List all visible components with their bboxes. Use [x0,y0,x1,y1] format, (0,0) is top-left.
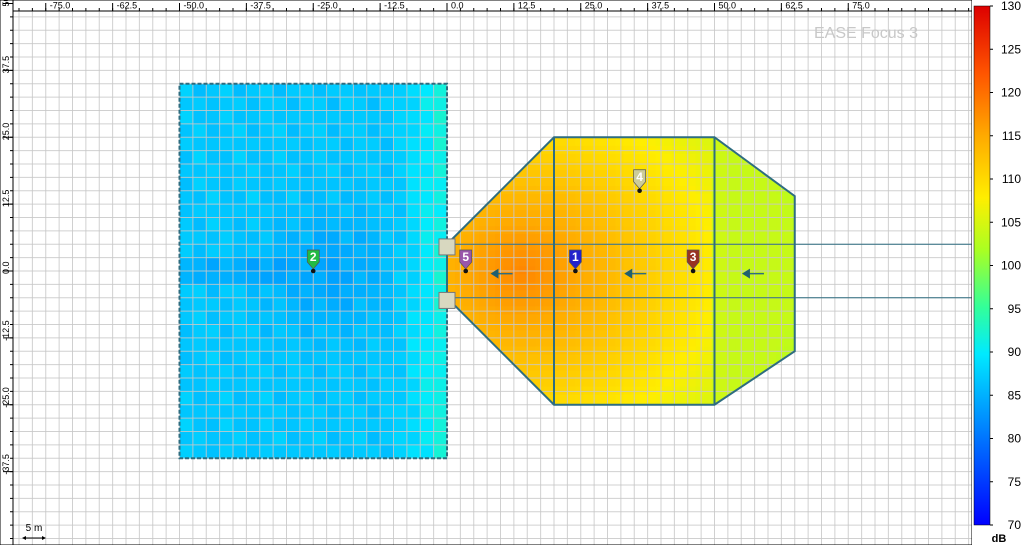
x-tick-label: -25.0 [317,1,338,11]
color-scale-tick: 75 [1008,475,1022,489]
y-tick-label: 37.5 [1,56,11,74]
x-tick-label: 12.5 [518,1,536,11]
color-scale-tick: 100 [1001,259,1021,273]
y-tick-label: 50.0 [1,0,11,7]
x-tick-label: 0.0 [451,1,464,11]
speaker-label: 4 [636,170,643,184]
color-scale-tick: 120 [1001,86,1021,100]
speaker-label: 5 [462,250,469,264]
y-tick-label: -37.5 [1,454,11,475]
color-scale-tick: 95 [1008,302,1022,316]
x-tick-label: 75.0 [852,1,870,11]
sound-map-canvas[interactable]: 1 2 3 4 5 -75.0 -62.5 -50.0 -37.5 -25.0 -12.5 0.0 1… [0,0,972,545]
color-scale-labels: 70 75 80 85 90 95 100 105 110 115 120 125 130 [990,0,1021,532]
y-tick-label: -25.0 [1,387,11,408]
y-tick-label: 0.0 [1,261,11,274]
speaker-label: 1 [572,250,579,264]
x-tick-label: -62.5 [117,1,138,11]
color-scale-tick: 85 [1008,388,1022,402]
ease-focus-window: 1 2 3 4 5 -75.0 -62.5 -50.0 -37.5 -25.0 -12.5 0.0 1… [0,0,1023,545]
stage-box[interactable] [438,291,456,309]
color-scale-tick: 70 [1008,518,1022,532]
y-tick-label: 12.5 [1,190,11,208]
x-tick-label: -12.5 [384,1,405,11]
x-tick-label: 62.5 [785,1,803,11]
scale-bar-label: 5 m [26,523,43,534]
color-scale-tick: 125 [1001,42,1021,56]
x-tick-label: 50.0 [719,1,737,11]
color-scale-tick: 115 [1002,129,1021,143]
speaker-label: 3 [690,250,697,264]
x-tick-label: 37.5 [652,1,670,11]
x-tick-label: -37.5 [250,1,271,11]
stage-box[interactable] [438,238,456,256]
color-scale-tick: 90 [1008,345,1022,359]
y-tick-label: 25.0 [1,123,11,141]
y-tick-label: -12.5 [1,320,11,341]
color-scale-tick: 80 [1008,432,1022,446]
app-watermark: EASE Focus 3 [814,25,918,42]
color-scale-tick: 110 [1002,172,1021,186]
x-tick-label: -75.0 [50,1,71,11]
speaker-label: 2 [310,250,317,264]
color-scale-tick: 105 [1001,215,1021,229]
color-scale-bar: 70 75 80 85 90 95 100 105 110 115 120 125 130 dB [973,0,1021,545]
x-tick-label: -50.0 [184,1,205,11]
color-scale-units: dB [992,533,1007,545]
color-scale-tick: 130 [1001,0,1021,13]
x-tick-label: 25.0 [585,1,603,11]
